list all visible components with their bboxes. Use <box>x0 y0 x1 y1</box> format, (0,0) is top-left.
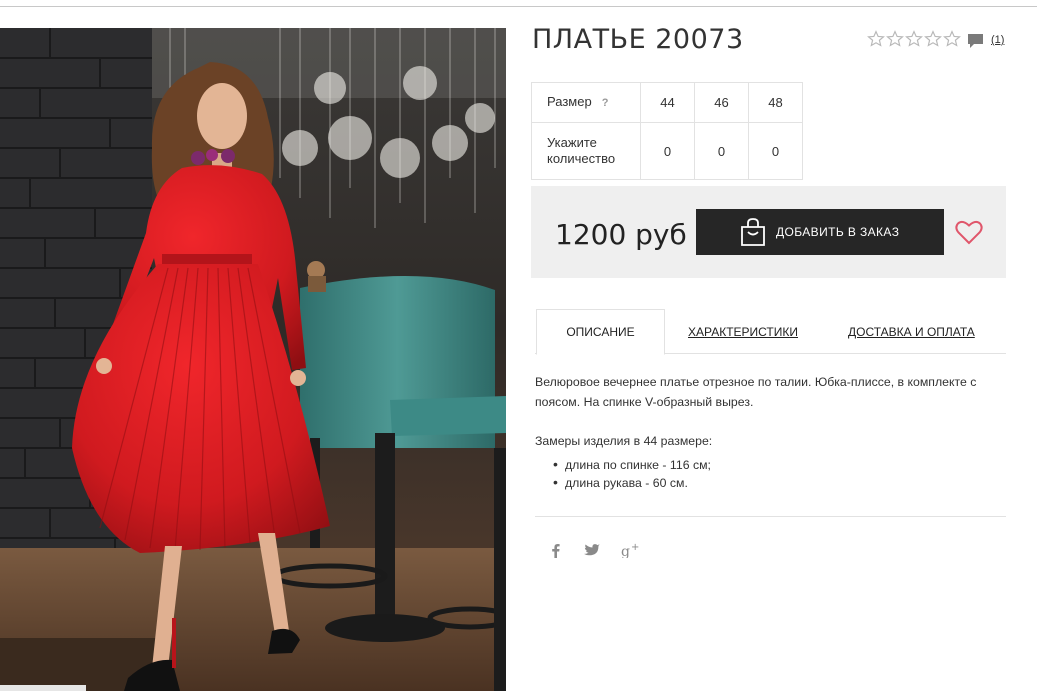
quantity-row: Укажите количество 0 0 0 <box>531 122 803 180</box>
list-item: длина по спинке - 116 см; <box>553 456 711 474</box>
facebook-icon <box>551 543 560 558</box>
quantity-input[interactable]: 0 <box>694 122 749 180</box>
size-row: Размер? 44 46 48 <box>531 82 803 123</box>
star-outline-icon[interactable] <box>905 30 923 48</box>
price-panel: 1200 руб ДОБАВИТЬ В ЗАКАЗ <box>531 186 1006 278</box>
tab-delivery-payment[interactable]: ДОСТАВКА И ОПЛАТА <box>848 309 975 354</box>
facebook-share-button[interactable] <box>548 541 562 559</box>
star-outline-icon[interactable] <box>943 30 961 48</box>
product-price: 1200 руб <box>555 218 687 251</box>
add-to-order-button[interactable]: ДОБАВИТЬ В ЗАКАЗ <box>696 209 944 255</box>
quantity-input[interactable]: 0 <box>640 122 695 180</box>
tab-characteristics[interactable]: ХАРАКТЕРИСТИКИ <box>688 309 798 354</box>
product-title: ПЛАТЬЕ 20073 <box>532 24 744 55</box>
quantity-label-line2: количество <box>547 151 616 166</box>
product-description: Велюровое вечернее платье отрезное по та… <box>535 375 977 409</box>
svg-text:g: g <box>621 544 630 558</box>
measures-title: Замеры изделия в 44 размере: <box>535 434 713 448</box>
quantity-label-line1: Укажите <box>547 135 597 150</box>
product-photo[interactable] <box>0 28 506 691</box>
twitter-icon <box>584 543 600 555</box>
size-option[interactable]: 44 <box>640 82 695 123</box>
add-to-order-label: ДОБАВИТЬ В ЗАКАЗ <box>776 225 900 239</box>
heart-outline-icon[interactable] <box>955 219 983 245</box>
size-label-cell: Размер? <box>531 82 641 123</box>
size-label: Размер <box>547 94 592 109</box>
top-divider <box>0 6 1037 7</box>
measures-list: длина по спинке - 116 см; длина рукава -… <box>553 456 711 492</box>
quantity-input[interactable]: 0 <box>748 122 803 180</box>
tab-description[interactable]: ОПИСАНИЕ <box>536 309 665 355</box>
google-plus-icon: g + <box>621 542 639 558</box>
product-photo-illustration <box>0 28 506 691</box>
google-plus-share-button[interactable]: g + <box>620 541 642 559</box>
svg-text:+: + <box>631 542 639 553</box>
size-option[interactable]: 46 <box>694 82 749 123</box>
size-option[interactable]: 48 <box>748 82 803 123</box>
star-outline-icon[interactable] <box>886 30 904 48</box>
star-outline-icon[interactable] <box>867 30 885 48</box>
shopping-bag-icon <box>741 218 765 246</box>
list-item: длина рукава - 60 см. <box>553 474 711 492</box>
quantity-label-cell: Укажите количество <box>531 122 641 180</box>
rating-stars[interactable] <box>867 30 961 48</box>
size-help-icon[interactable]: ? <box>602 97 609 109</box>
divider <box>535 516 1006 517</box>
product-tabs: ОПИСАНИЕ ХАРАКТЕРИСТИКИ ДОСТАВКА И ОПЛАТ… <box>535 309 1006 355</box>
size-table: Размер? 44 46 48 Укажите количество 0 0 … <box>531 82 803 180</box>
comment-icon[interactable] <box>967 33 984 49</box>
star-outline-icon[interactable] <box>924 30 942 48</box>
twitter-share-button[interactable] <box>583 541 601 559</box>
review-count-link[interactable]: (1) <box>991 34 1004 46</box>
